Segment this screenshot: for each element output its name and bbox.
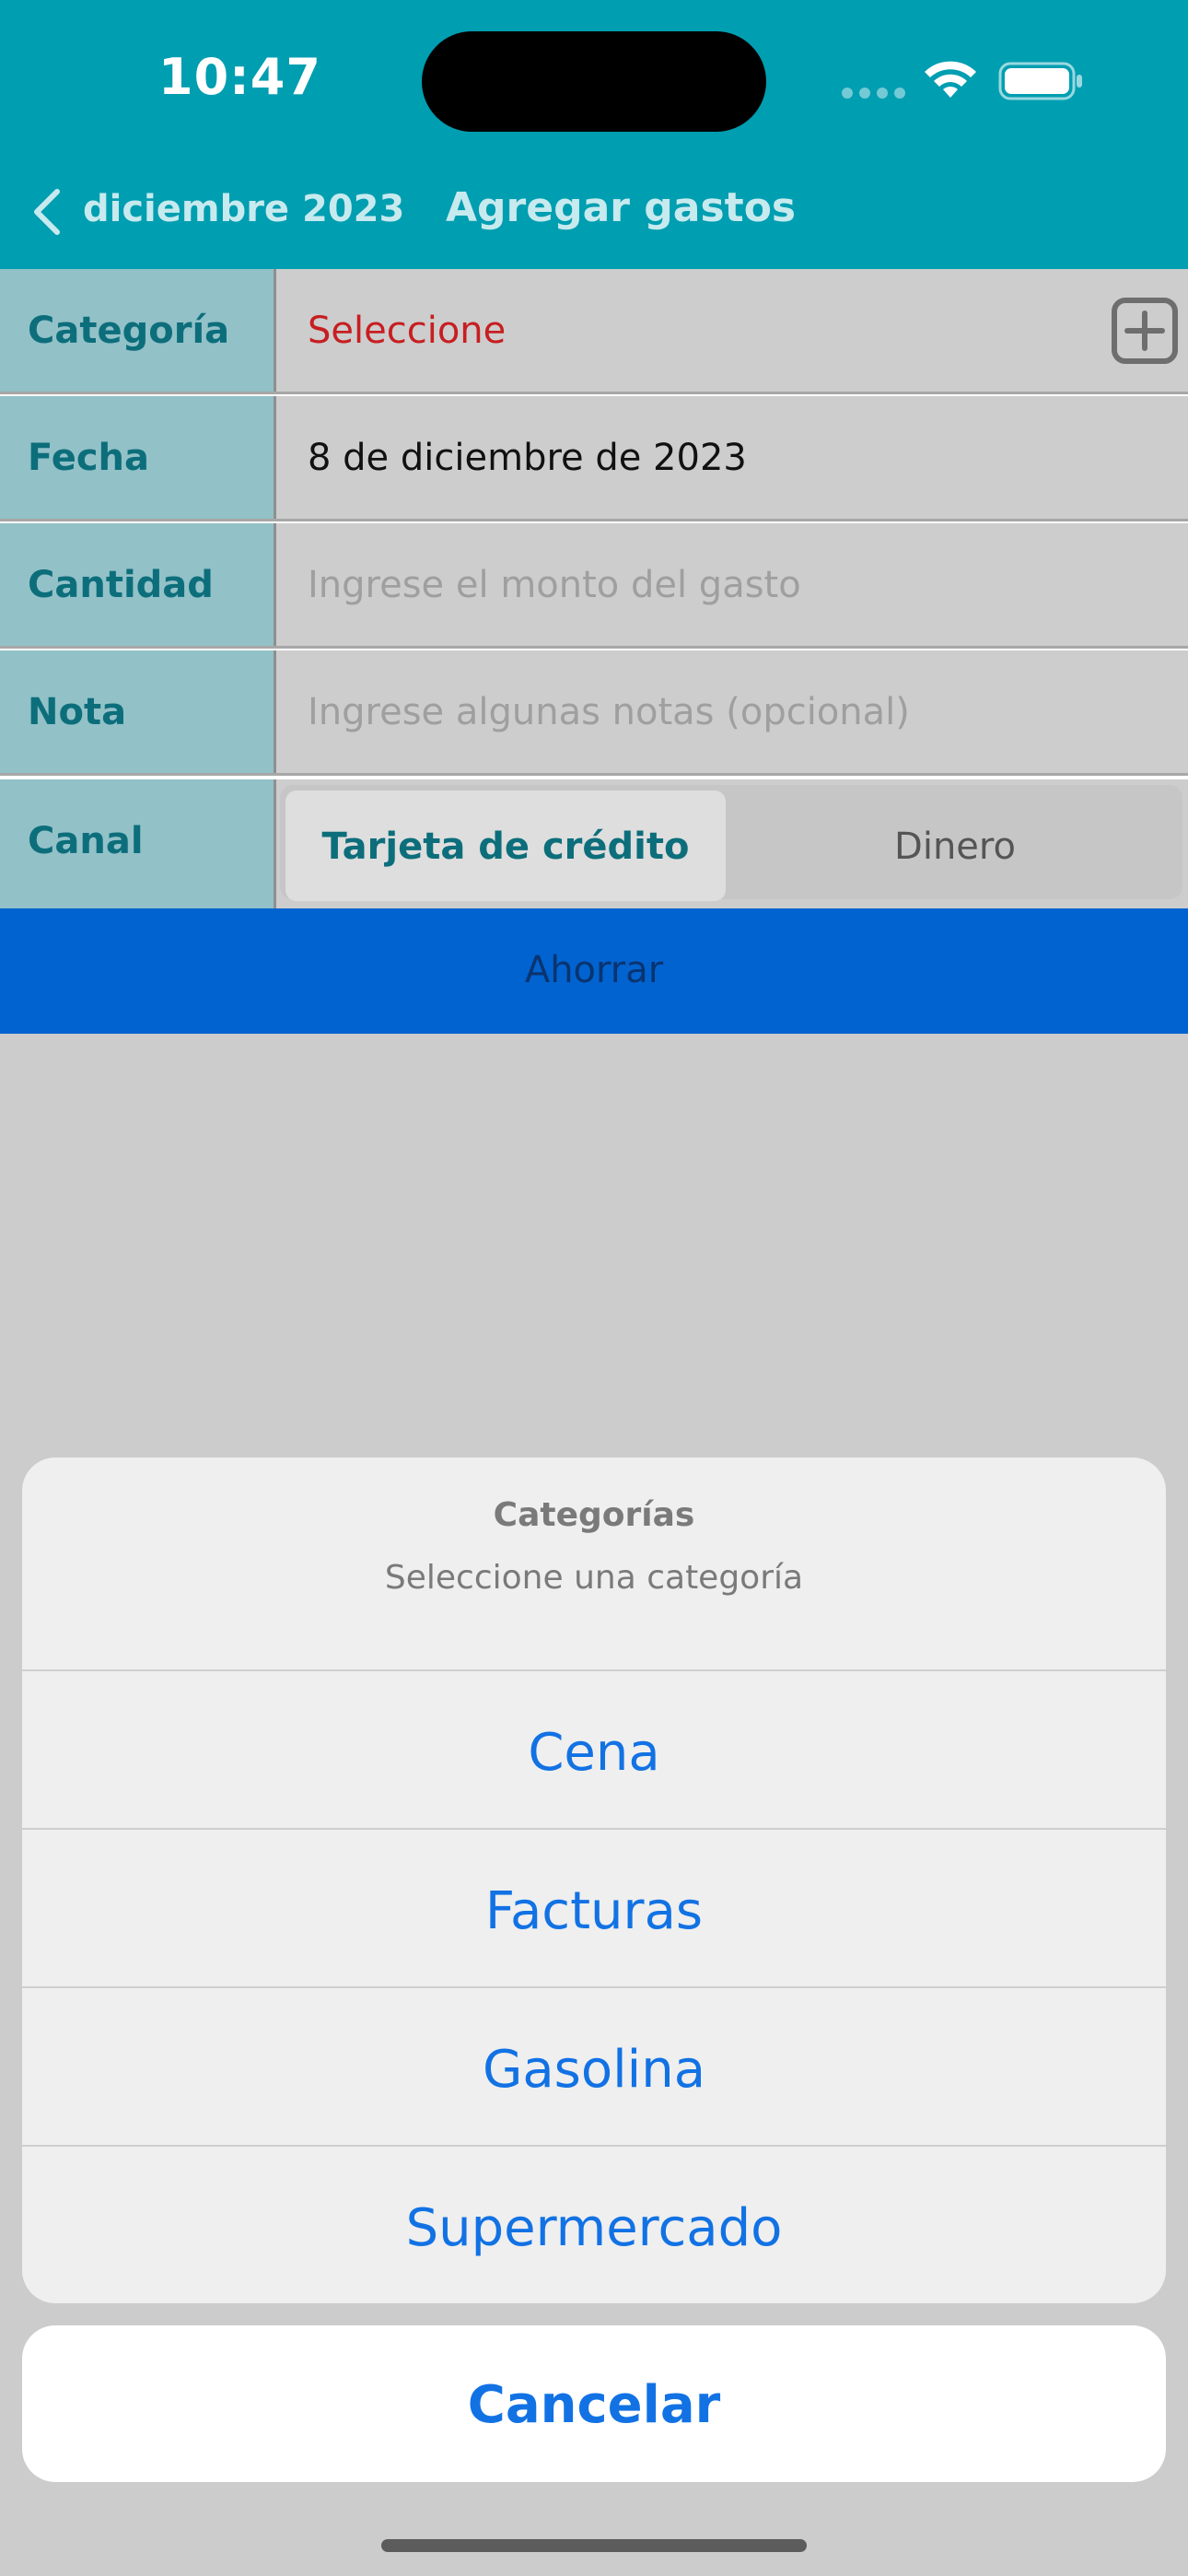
- page-title: Agregar gastos: [446, 184, 797, 231]
- note-label-cell: Nota: [0, 650, 276, 773]
- channel-label: Canal: [28, 820, 144, 862]
- amount-row[interactable]: Cantidad Ingrese el monto del gasto: [0, 523, 1188, 649]
- action-sheet-subtitle: Seleccione una categoría: [384, 1559, 804, 1597]
- signal-dots-icon: [842, 88, 906, 99]
- battery-icon: [998, 62, 1082, 100]
- action-option-cena[interactable]: Cena: [22, 1669, 1166, 1828]
- segment-credit-card[interactable]: Tarjeta de crédito: [285, 825, 726, 868]
- wifi-icon: [925, 61, 976, 98]
- action-option-facturas[interactable]: Facturas: [22, 1828, 1166, 1986]
- segment-cash[interactable]: Dinero: [731, 825, 1179, 868]
- category-row[interactable]: Categoría Seleccione: [0, 269, 1188, 394]
- date-label: Fecha: [28, 437, 150, 479]
- channel-label-cell: Canal: [0, 779, 276, 908]
- date-field[interactable]: 8 de diciembre de 2023: [276, 396, 1188, 519]
- date-row[interactable]: Fecha 8 de diciembre de 2023: [0, 396, 1188, 521]
- action-option-label: Facturas: [484, 1881, 704, 1941]
- chevron-left-icon[interactable]: [29, 186, 63, 238]
- save-button[interactable]: Ahorrar: [0, 908, 1188, 1034]
- category-action-sheet: Categorías Seleccione una categoría Cena…: [22, 1458, 1166, 2303]
- note-input[interactable]: Ingrese algunas notas (opcional): [276, 650, 1188, 773]
- category-value[interactable]: Seleccione: [308, 310, 506, 352]
- note-label: Nota: [28, 691, 127, 733]
- dynamic-island: [422, 31, 766, 132]
- date-label-cell: Fecha: [0, 396, 276, 519]
- navigation-header: 10:47 diciembre 2023 Agregar gastos: [0, 0, 1188, 269]
- category-label-cell: Categoría: [0, 269, 276, 392]
- category-label: Categoría: [28, 310, 230, 352]
- action-option-supermercado[interactable]: Supermercado: [22, 2145, 1166, 2303]
- segmented-control-track: Tarjeta de crédito Dinero: [280, 785, 1182, 901]
- action-option-label: Cena: [528, 1723, 660, 1783]
- category-field[interactable]: Seleccione: [276, 269, 1188, 392]
- back-button[interactable]: diciembre 2023: [83, 188, 404, 230]
- note-placeholder[interactable]: Ingrese algunas notas (opcional): [308, 691, 910, 733]
- channel-row: Canal Tarjeta de crédito Dinero: [0, 779, 1188, 908]
- action-sheet-title: Categorías: [493, 1496, 695, 1534]
- home-indicator[interactable]: [381, 2539, 807, 2552]
- action-option-label: Supermercado: [405, 2198, 783, 2258]
- plus-square-icon[interactable]: [1111, 297, 1179, 365]
- amount-placeholder[interactable]: Ingrese el monto del gasto: [308, 564, 801, 606]
- amount-label-cell: Cantidad: [0, 523, 276, 646]
- action-option-label: Gasolina: [482, 2040, 706, 2100]
- status-time: 10:47: [158, 48, 321, 106]
- cancel-button-label: Cancelar: [467, 2375, 721, 2435]
- save-button-label: Ahorrar: [524, 949, 664, 991]
- channel-segmented-control: Tarjeta de crédito Dinero: [276, 779, 1188, 908]
- date-value[interactable]: 8 de diciembre de 2023: [308, 437, 747, 479]
- note-row[interactable]: Nota Ingrese algunas notas (opcional): [0, 650, 1188, 776]
- amount-label: Cantidad: [28, 564, 214, 606]
- cancel-button[interactable]: Cancelar: [22, 2325, 1166, 2482]
- action-sheet-header: Categorías Seleccione una categoría: [22, 1458, 1166, 1669]
- action-option-gasolina[interactable]: Gasolina: [22, 1986, 1166, 2145]
- amount-input[interactable]: Ingrese el monto del gasto: [276, 523, 1188, 646]
